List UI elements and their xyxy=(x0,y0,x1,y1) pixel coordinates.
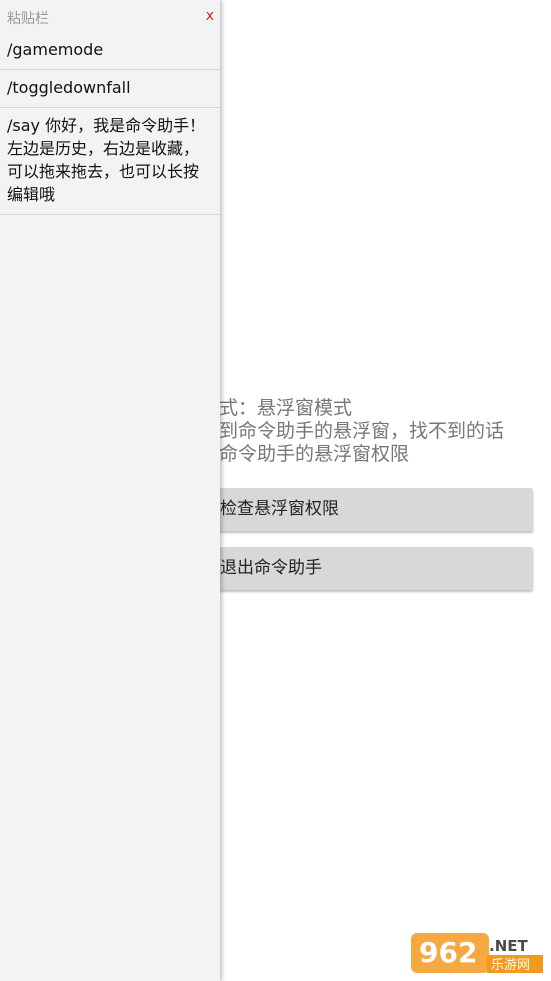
clipboard-item[interactable]: /say 你好，我是命令助手！左边是历史，右边是收藏，可以拖来拖去，也可以长按编… xyxy=(0,108,220,215)
exit-assistant-button[interactable]: 退出命令助手 xyxy=(190,547,533,590)
clipboard-item[interactable]: /gamemode xyxy=(0,32,220,70)
site-watermark: 962 .NET 乐游网 xyxy=(411,931,543,975)
clipboard-item[interactable]: /toggledownfall xyxy=(0,70,220,108)
status-line: 找到命令助手的悬浮窗，找不到的话 xyxy=(200,420,505,442)
watermark-net-text: .NET xyxy=(489,937,528,955)
watermark-sub-text: 乐游网 xyxy=(491,958,530,973)
screen: 模式：悬浮窗模式 找到命令助手的悬浮窗，找不到的话 开命令助手的悬浮窗权限 检查… xyxy=(0,0,551,981)
status-line: 模式：悬浮窗模式 xyxy=(200,397,353,419)
clipboard-header: 粘贴栏 x xyxy=(0,0,220,32)
status-line: 开命令助手的悬浮窗权限 xyxy=(200,443,410,465)
watermark-logo: 962 .NET 乐游网 xyxy=(411,933,543,973)
mode-status-text: 模式：悬浮窗模式 找到命令助手的悬浮窗，找不到的话 开命令助手的悬浮窗权限 xyxy=(200,397,545,466)
watermark-logo-number: 962 xyxy=(419,936,477,969)
clipboard-panel: 粘贴栏 x /gamemode /toggledownfall /say 你好，… xyxy=(0,0,220,981)
check-float-permission-button[interactable]: 检查悬浮窗权限 xyxy=(190,488,533,531)
clipboard-title: 粘贴栏 xyxy=(7,11,49,27)
close-icon[interactable]: x xyxy=(206,8,214,24)
